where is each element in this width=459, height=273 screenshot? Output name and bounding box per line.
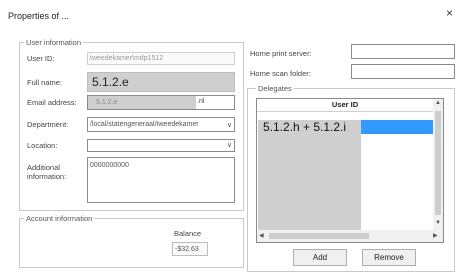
home-scan-folder-label: Home scan folder: xyxy=(250,69,311,78)
user-id-field: tweedekamer\mdp1512 xyxy=(87,52,235,65)
location-label: Location: xyxy=(27,141,58,150)
additional-info-label: Additional information: xyxy=(27,163,67,181)
triangle-down-icon[interactable]: ▼ xyxy=(435,220,441,226)
home-print-server-field[interactable] xyxy=(351,44,455,59)
delegates-legend: Delegates xyxy=(256,84,294,93)
home-print-server-label: Home print server: xyxy=(250,49,312,58)
home-scan-folder-field[interactable] xyxy=(351,64,455,79)
user-information-legend: User information xyxy=(24,38,84,47)
email-suffix: .nl xyxy=(197,98,205,105)
department-value: /local/statengeneraal/tweedekamer xyxy=(90,121,199,128)
balance-label: Balance xyxy=(174,229,202,238)
add-button[interactable]: Add xyxy=(293,249,347,266)
vertical-scroll-thumb[interactable] xyxy=(435,111,441,215)
properties-dialog: Properties of ... × User information Use… xyxy=(0,0,459,273)
delegate-row-text: 5.1.2.h + 5.1.2.i xyxy=(263,120,347,134)
additional-info-textarea[interactable]: 0000000000 xyxy=(87,157,235,203)
location-combobox[interactable]: ∨ xyxy=(87,139,235,152)
full-name-label: Full name: xyxy=(27,78,63,87)
remove-button[interactable]: Remove xyxy=(362,249,416,266)
department-label: Department: xyxy=(27,120,69,129)
horizontal-scrollbar[interactable]: ◀ ▶ xyxy=(257,230,443,242)
chevron-down-icon[interactable]: ∨ xyxy=(227,140,232,151)
account-information-group xyxy=(19,218,244,268)
full-name-field[interactable]: 5.1.2.e xyxy=(87,72,235,92)
chevron-down-icon[interactable]: ∨ xyxy=(227,119,232,131)
triangle-up-icon[interactable]: ▲ xyxy=(435,100,441,106)
account-information-legend: Account information xyxy=(24,214,95,223)
user-id-column-header[interactable]: User ID xyxy=(257,99,433,112)
triangle-left-icon[interactable]: ◀ xyxy=(259,232,264,239)
user-id-label: User ID: xyxy=(27,54,55,63)
email-redaction: 5.1.2.e xyxy=(88,96,196,109)
close-icon[interactable]: × xyxy=(446,6,453,20)
delegates-list[interactable]: User ID 5.1.2.h + 5.1.2.i ▲ ▼ ◀ ▶ xyxy=(256,98,444,243)
triangle-right-icon[interactable]: ▶ xyxy=(433,232,438,239)
horizontal-scroll-thumb[interactable] xyxy=(269,233,369,239)
email-field[interactable]: 5.1.2.e .nl xyxy=(87,95,235,110)
dialog-title: Properties of ... xyxy=(8,11,70,21)
delegate-redaction-block xyxy=(258,120,361,234)
vertical-scrollbar[interactable]: ▲ ▼ xyxy=(433,99,443,230)
balance-field: -$32.63 xyxy=(172,242,208,256)
department-combobox[interactable]: /local/statengeneraal/tweedekamer ∨ xyxy=(87,117,235,132)
email-label: Email address: xyxy=(27,98,77,107)
